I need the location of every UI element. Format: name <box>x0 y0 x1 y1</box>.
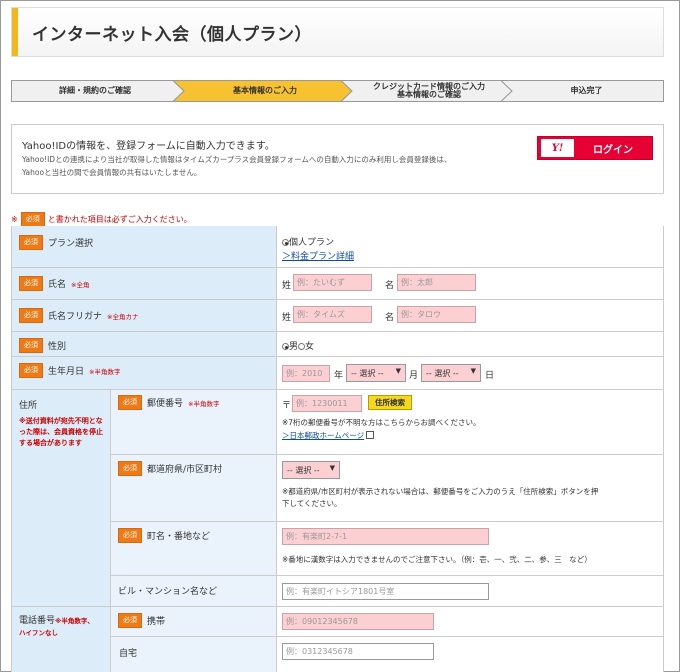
required-badge: 必須 <box>19 338 43 353</box>
name-label: 氏名 <box>48 280 67 290</box>
yahoo-lead-text: Yahoo!IDの情報を、登録フォームに自動入力できます。 <box>22 141 275 152</box>
birth-value-cell: 例：2010 年 -- 選択 -- ▼ 月 -- 選択 -- ▼ 日 <box>276 357 663 390</box>
step-complete: 申込完了 <box>570 85 603 95</box>
pref-value-cell: -- 選択 -- ▼ ※都道府県/市区町村が表示されない場合は、郵便番号をご入力の… <box>276 455 663 522</box>
pref-label-cell: 必須 都道府県/市区町村 <box>110 455 276 522</box>
radio-selected-icon <box>282 343 289 350</box>
phone-label: 電話番号 <box>19 616 56 626</box>
building-label-cell: ビル・マンション名など <box>110 576 276 607</box>
yahoo-sub-text: Yahoo!IDとの連携により当社が取得した情報はタイムズカープラス会員登録フォ… <box>22 155 452 177</box>
address-label-cell: 住所 ※送付資料が宛先不明となった際は、会員資格を停止する場合があります <box>12 390 110 607</box>
prefecture-select[interactable]: -- 選択 -- ▼ <box>282 461 340 479</box>
gender-label: 性別 <box>48 342 67 352</box>
page-header: インターネット入会（個人プラン） <box>11 7 664 57</box>
address-search-button[interactable]: 住所検索 <box>368 395 412 410</box>
plan-label-cell: 必須 プラン選択 <box>12 226 276 268</box>
last-name-kana-input[interactable]: 例：タイムズ <box>293 306 372 323</box>
street-value-cell: 例：有楽町2-7-1 ※番地に漢数字は入力できませんのでご注意下さい。（例：壱、… <box>276 522 663 576</box>
external-link-icon <box>366 431 375 439</box>
dropdown-arrow-icon: ▼ <box>329 464 335 472</box>
plan-radio-individual[interactable]: 個人プラン <box>282 235 334 248</box>
required-badge: 必須 <box>19 363 43 378</box>
registration-form: 必須 プラン選択 個人プラン ＞料金プラン詳細 必須 氏名 ※全角 姓 例：たいむず … <box>11 226 664 672</box>
page-title: インターネット入会（個人プラン） <box>32 25 312 45</box>
mobile-phone-input[interactable]: 例：09012345678 <box>282 613 434 630</box>
plan-label: プラン選択 <box>48 239 94 249</box>
mobile-value-cell: 例：09012345678 <box>276 607 663 637</box>
radio-selected-icon <box>282 239 289 246</box>
required-badge: 必須 <box>20 212 45 227</box>
kana-label: 氏名フリガナ <box>48 312 103 322</box>
address-warning: ※送付資料が宛先不明となった際は、会員資格を停止する場合があります <box>19 417 103 447</box>
phone-label-cell: 電話番号※半角数字、 ハイフンなし <box>12 607 110 672</box>
zip-label: 郵便番号 <box>147 399 184 409</box>
progress-steps: 詳細・規約のご確認 基本情報のご入力 クレジットカード情報のご入力 基本情報のご確… <box>11 80 664 102</box>
first-name-kana-input[interactable]: 例：タロウ <box>397 306 476 323</box>
zip-label-cell: 必須 郵便番号 ※半角数字 <box>110 390 276 455</box>
home-value-cell: 例：0312345678 <box>276 637 663 672</box>
required-badge: 必須 <box>19 308 43 323</box>
last-name-input[interactable]: 例：たいむず <box>293 274 372 291</box>
plan-value-cell: 個人プラン ＞料金プラン詳細 <box>276 226 663 268</box>
street-label-cell: 必須 町名・番地など <box>110 522 276 576</box>
column-divider <box>276 226 277 672</box>
name-value-cell: 姓 例：たいむず 名 例：太郎 <box>276 268 663 300</box>
kana-label-cell: 必須 氏名フリガナ ※全角カナ <box>12 300 276 332</box>
required-badge: 必須 <box>118 461 142 476</box>
radio-unselected-icon <box>298 343 306 350</box>
required-badge: 必須 <box>118 528 142 543</box>
name-label-cell: 必須 氏名 ※全角 <box>12 268 276 300</box>
address-label: 住所 <box>19 401 38 411</box>
birth-month-select[interactable]: -- 選択 -- ▼ <box>346 364 406 382</box>
kana-value-cell: 姓 例：タイムズ 名 例：タロウ <box>276 300 663 332</box>
zip-input[interactable]: 例：1230011 <box>292 395 362 412</box>
birth-year-input[interactable]: 例：2010 <box>282 365 330 382</box>
required-badge: 必須 <box>118 395 142 410</box>
gender-radio-male[interactable]: 男 <box>282 342 298 352</box>
birth-label: 生年月日 <box>48 367 85 377</box>
street-input[interactable]: 例：有楽町2-7-1 <box>282 528 489 545</box>
birth-day-select[interactable]: -- 選択 -- ▼ <box>421 364 481 382</box>
home-label-cell: 自宅 <box>110 637 276 672</box>
yahoo-login-label: ログイン <box>593 144 633 156</box>
step-terms: 詳細・規約のご確認 <box>59 85 131 95</box>
step-credit-card: クレジットカード情報のご入力 基本情報のご確認 <box>373 81 485 99</box>
gender-radio-female[interactable]: 女 <box>298 342 314 352</box>
japan-post-link[interactable]: ＞日本郵政ホームページ <box>282 430 375 442</box>
birth-label-cell: 必須 生年月日 ※半角数字 <box>12 357 276 390</box>
pref-label: 都道府県/市区町村 <box>147 465 223 475</box>
required-badge: 必須 <box>19 235 43 250</box>
yahoo-logo-icon: Y! <box>541 139 574 157</box>
yahoo-autofill-panel: Yahoo!IDの情報を、登録フォームに自動入力できます。 Yahoo!IDとの… <box>11 124 664 194</box>
mobile-label: 携帯 <box>147 617 166 627</box>
street-label: 町名・番地など <box>147 532 211 542</box>
gender-radio-group: 男女 <box>282 339 314 352</box>
step-basic-info: 基本情報のご入力 <box>233 85 297 95</box>
home-label: 自宅 <box>119 649 138 659</box>
required-badge: 必須 <box>19 276 43 291</box>
gender-value-cell: 男女 <box>276 332 663 357</box>
header-accent-bar <box>12 8 18 56</box>
building-value-cell: 例：有楽町イトシア1801号室 <box>276 576 663 607</box>
yahoo-login-button[interactable]: Y! ログイン <box>537 136 653 160</box>
required-note: ※ 必須 と書かれた項目は必ずご入力ください。 <box>11 212 192 227</box>
pref-note: ※都道府県/市区町村が表示されない場合は、郵便番号をご入力のうえ「住所検索」ボタ… <box>282 487 599 508</box>
first-name-input[interactable]: 例：太郎 <box>397 274 476 291</box>
building-input[interactable]: 例：有楽町イトシア1801号室 <box>282 583 489 600</box>
plan-detail-link[interactable]: ＞料金プラン詳細 <box>282 249 354 262</box>
zip-value-cell: 〒 例：1230011 住所検索 ※7桁の郵便番号が不明な方はこちらからお調べく… <box>276 390 663 455</box>
gender-label-cell: 必須 性別 <box>12 332 276 357</box>
dropdown-arrow-icon: ▼ <box>470 367 476 375</box>
required-badge: 必須 <box>118 613 142 628</box>
home-phone-input[interactable]: 例：0312345678 <box>282 643 434 660</box>
mobile-label-cell: 必須 携帯 <box>110 607 276 637</box>
dropdown-arrow-icon: ▼ <box>395 367 401 375</box>
building-label: ビル・マンション名など <box>118 587 218 597</box>
